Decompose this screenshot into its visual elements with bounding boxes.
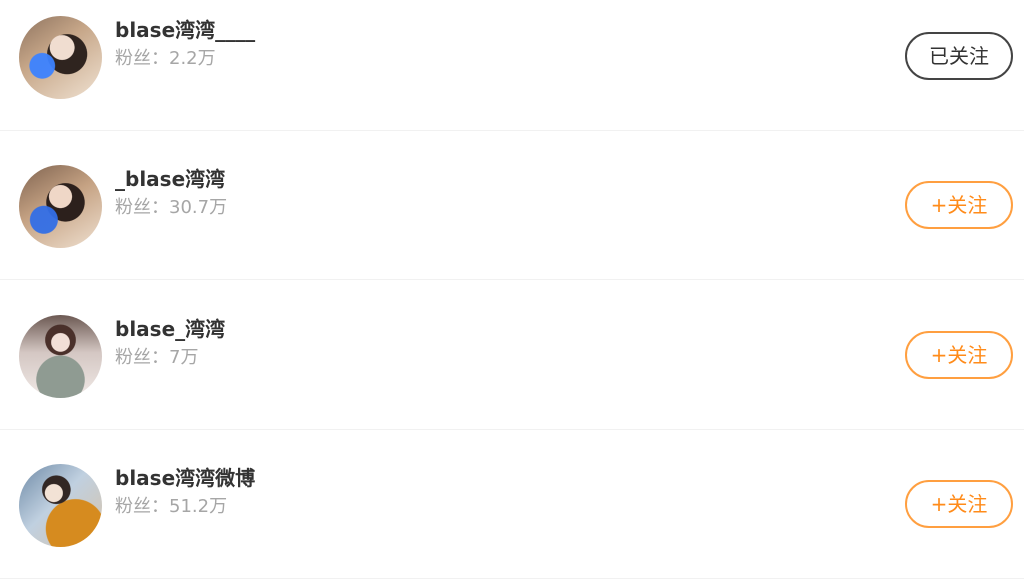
username[interactable]: blase湾湾____: [115, 18, 255, 42]
username[interactable]: blase湾湾微博: [115, 466, 255, 490]
followed-button[interactable]: 已关注: [905, 32, 1013, 80]
username[interactable]: blase_湾湾: [115, 317, 225, 341]
fans-count: 粉丝：7万: [115, 347, 198, 369]
list-item[interactable]: blase湾湾____ 粉丝：2.2万 已关注: [0, 0, 1024, 131]
avatar[interactable]: [19, 315, 102, 398]
fans-count: 粉丝：30.7万: [115, 197, 227, 219]
fans-value: 2.2万: [169, 48, 216, 69]
fans-label: 粉丝：: [115, 496, 169, 517]
fans-value: 51.2万: [169, 496, 228, 517]
fans-count: 粉丝：2.2万: [115, 48, 216, 70]
avatar[interactable]: [19, 165, 102, 248]
avatar[interactable]: [19, 464, 102, 547]
fans-count: 粉丝：51.2万: [115, 496, 227, 518]
fans-label: 粉丝：: [115, 347, 169, 368]
list-item[interactable]: blase湾湾微博 粉丝：51.2万 +关注: [0, 430, 1024, 579]
list-item[interactable]: _blase湾湾 粉丝：30.7万 +关注: [0, 131, 1024, 280]
follow-button[interactable]: +关注: [905, 331, 1013, 379]
username[interactable]: _blase湾湾: [115, 167, 225, 191]
fans-value: 7万: [169, 347, 199, 368]
list-item[interactable]: blase_湾湾 粉丝：7万 +关注: [0, 281, 1024, 430]
follow-button[interactable]: +关注: [905, 181, 1013, 229]
avatar[interactable]: [19, 16, 102, 99]
fans-label: 粉丝：: [115, 48, 169, 69]
fans-label: 粉丝：: [115, 197, 169, 218]
follow-button[interactable]: +关注: [905, 480, 1013, 528]
fans-value: 30.7万: [169, 197, 228, 218]
user-list: blase湾湾____ 粉丝：2.2万 已关注 _blase湾湾 粉丝：30.7…: [0, 0, 1024, 579]
